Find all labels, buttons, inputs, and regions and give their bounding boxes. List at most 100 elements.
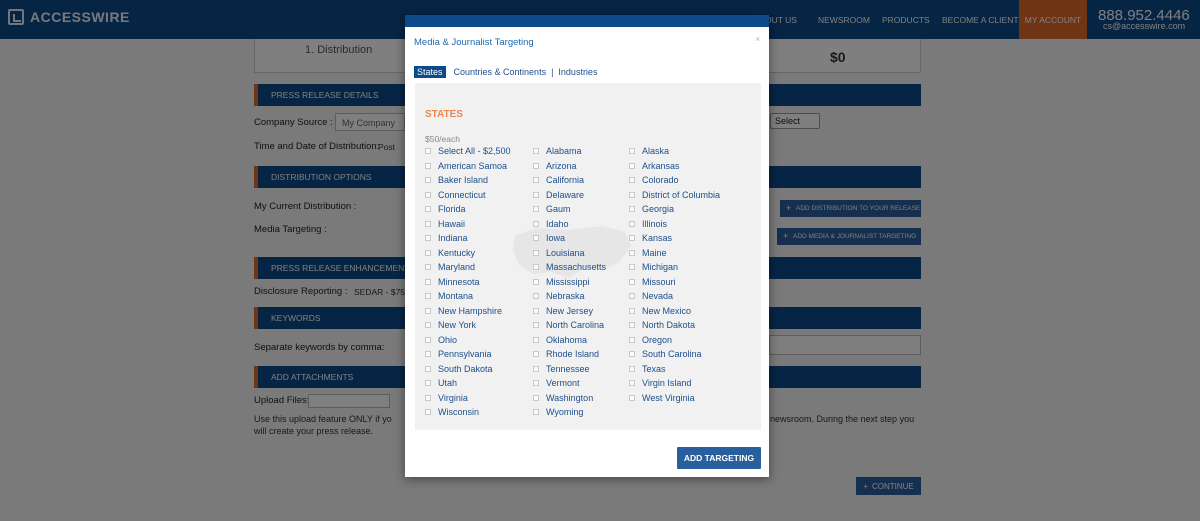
state-checkbox[interactable] xyxy=(629,336,635,343)
state-checkbox[interactable] xyxy=(533,336,539,343)
state-option[interactable]: South Carolina xyxy=(629,347,720,362)
state-checkbox[interactable] xyxy=(425,365,431,372)
state-checkbox[interactable] xyxy=(629,220,635,227)
state-option[interactable]: Florida xyxy=(425,202,511,217)
state-checkbox[interactable] xyxy=(425,322,431,329)
state-option[interactable]: Arkansas xyxy=(629,159,720,174)
state-checkbox[interactable] xyxy=(425,394,431,401)
state-option[interactable]: Alabama xyxy=(533,144,606,159)
state-option[interactable]: Kansas xyxy=(629,231,720,246)
state-checkbox[interactable] xyxy=(533,206,539,213)
state-checkbox[interactable] xyxy=(533,293,539,300)
state-checkbox[interactable] xyxy=(533,322,539,329)
tab-countries-continents[interactable]: Countries & Continents xyxy=(451,66,550,78)
state-checkbox[interactable] xyxy=(425,206,431,213)
state-option[interactable]: Connecticut xyxy=(425,188,511,203)
state-option[interactable]: District of Columbia xyxy=(629,188,720,203)
state-option[interactable]: Missouri xyxy=(629,275,720,290)
state-checkbox[interactable] xyxy=(533,278,539,285)
close-icon[interactable]: × xyxy=(755,34,760,44)
state-checkbox[interactable] xyxy=(533,394,539,401)
state-checkbox[interactable] xyxy=(533,409,539,416)
state-checkbox[interactable] xyxy=(425,351,431,358)
add-targeting-button[interactable]: ADD TARGETING xyxy=(677,447,761,469)
state-checkbox[interactable] xyxy=(629,249,635,256)
state-option[interactable]: Massachusetts xyxy=(533,260,606,275)
state-checkbox[interactable] xyxy=(629,235,635,242)
tab-industries[interactable]: Industries xyxy=(555,66,600,78)
state-checkbox[interactable] xyxy=(629,177,635,184)
state-option[interactable]: Iowa xyxy=(533,231,606,246)
state-option[interactable]: Nebraska xyxy=(533,289,606,304)
state-option[interactable]: Colorado xyxy=(629,173,720,188)
state-checkbox[interactable] xyxy=(425,264,431,271)
state-checkbox[interactable] xyxy=(629,264,635,271)
state-option[interactable]: Kentucky xyxy=(425,246,511,261)
state-option[interactable]: Maryland xyxy=(425,260,511,275)
state-checkbox[interactable] xyxy=(425,307,431,314)
state-option[interactable]: Idaho xyxy=(533,217,606,232)
state-checkbox[interactable] xyxy=(533,220,539,227)
state-option[interactable]: Vermont xyxy=(533,376,606,391)
state-checkbox[interactable] xyxy=(629,365,635,372)
state-option[interactable]: Oklahoma xyxy=(533,333,606,348)
state-checkbox[interactable] xyxy=(533,235,539,242)
state-option[interactable]: New Mexico xyxy=(629,304,720,319)
state-option[interactable]: Ohio xyxy=(425,333,511,348)
state-option[interactable]: Wisconsin xyxy=(425,405,511,420)
state-option[interactable]: Virgin Island xyxy=(629,376,720,391)
state-option[interactable]: Alaska xyxy=(629,144,720,159)
state-option[interactable]: West Virginia xyxy=(629,391,720,406)
state-option[interactable]: Utah xyxy=(425,376,511,391)
state-checkbox[interactable] xyxy=(425,293,431,300)
state-checkbox[interactable] xyxy=(629,162,635,169)
state-option[interactable]: Nevada xyxy=(629,289,720,304)
state-option[interactable]: Baker Island xyxy=(425,173,511,188)
state-checkbox[interactable] xyxy=(629,293,635,300)
state-option[interactable]: North Carolina xyxy=(533,318,606,333)
state-option[interactable]: Georgia xyxy=(629,202,720,217)
state-checkbox[interactable] xyxy=(533,148,539,155)
state-option[interactable]: Maine xyxy=(629,246,720,261)
state-option[interactable]: Pennsylvania xyxy=(425,347,511,362)
state-option[interactable]: Minnesota xyxy=(425,275,511,290)
tab-states[interactable]: States xyxy=(414,66,446,78)
state-checkbox[interactable] xyxy=(533,177,539,184)
state-checkbox[interactable] xyxy=(629,380,635,387)
state-option[interactable]: Texas xyxy=(629,362,720,377)
state-checkbox[interactable] xyxy=(629,307,635,314)
state-checkbox[interactable] xyxy=(629,191,635,198)
state-checkbox[interactable] xyxy=(533,351,539,358)
state-option[interactable]: New York xyxy=(425,318,511,333)
state-option[interactable]: California xyxy=(533,173,606,188)
state-checkbox[interactable] xyxy=(533,264,539,271)
state-checkbox[interactable] xyxy=(533,380,539,387)
state-option[interactable]: Oregon xyxy=(629,333,720,348)
state-option[interactable]: Indiana xyxy=(425,231,511,246)
state-option[interactable]: Virginia xyxy=(425,391,511,406)
state-checkbox[interactable] xyxy=(425,162,431,169)
state-checkbox[interactable] xyxy=(629,394,635,401)
state-checkbox[interactable] xyxy=(629,206,635,213)
state-option[interactable]: Hawaii xyxy=(425,217,511,232)
state-checkbox[interactable] xyxy=(629,278,635,285)
state-checkbox[interactable] xyxy=(629,148,635,155)
state-option[interactable]: Michigan xyxy=(629,260,720,275)
state-checkbox[interactable] xyxy=(629,351,635,358)
state-checkbox[interactable] xyxy=(533,162,539,169)
state-option[interactable]: American Samoa xyxy=(425,159,511,174)
state-checkbox[interactable] xyxy=(425,336,431,343)
state-option[interactable]: New Jersey xyxy=(533,304,606,319)
state-checkbox[interactable] xyxy=(533,365,539,372)
state-checkbox[interactable] xyxy=(425,220,431,227)
state-option[interactable]: Washington xyxy=(533,391,606,406)
state-checkbox[interactable] xyxy=(425,148,431,155)
state-option[interactable]: Gaum xyxy=(533,202,606,217)
state-checkbox[interactable] xyxy=(425,380,431,387)
state-option[interactable]: Tennessee xyxy=(533,362,606,377)
state-option[interactable]: Select All - $2,500 xyxy=(425,144,511,159)
state-checkbox[interactable] xyxy=(425,235,431,242)
state-checkbox[interactable] xyxy=(629,322,635,329)
state-checkbox[interactable] xyxy=(425,409,431,416)
state-option[interactable]: Arizona xyxy=(533,159,606,174)
